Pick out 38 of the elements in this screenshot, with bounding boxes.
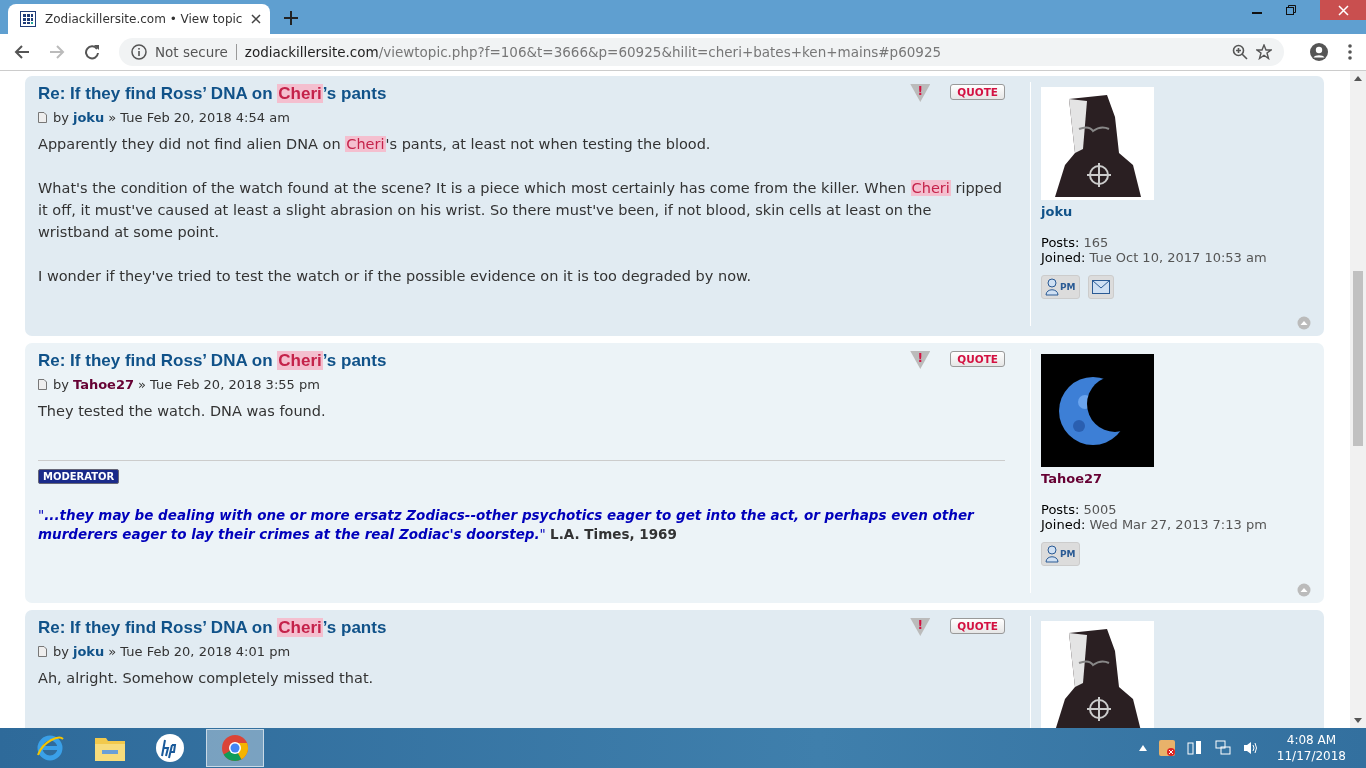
posts-label: Posts: [1041, 235, 1080, 250]
joined-date: Tue Oct 10, 2017 10:53 am [1089, 250, 1267, 265]
joined-label: Joined: [1041, 517, 1086, 532]
browser-tab[interactable]: Zodiackillersite.com • View topic [8, 4, 270, 34]
private-message-button[interactable]: PM [1041, 275, 1080, 299]
signature-text: "...they may be dealing with one or more ersatz Zodiacs--other psychotics eager to get into the act, or perhaps even other murderers eager to lay their crimes at the real Zodiac's doorstep." L.A. Times, 1969 [38, 506, 976, 544]
post-text: They tested the watch. DNA was found. [38, 402, 327, 421]
tab-title: Zodiackillersite.com • View topic [45, 12, 243, 26]
author-link[interactable]: Tahoe27 [72, 377, 134, 392]
quote-button[interactable]: QUOTE [950, 618, 1005, 634]
post-byline: by [53, 644, 69, 659]
post-date: » Tue Feb 20, 2018 3:55 pm [138, 377, 320, 392]
post-text: What's the condition of the watch found at the scene? It is a piece which most certainly has come from the killer. When Cheri ripped it off, it must've caused at least a slight abrasion on his wrist. So there must've been, if not blood, skin cells at least on the wristband at some point. [38, 179, 1003, 242]
private-message-button[interactable]: PM [1041, 542, 1080, 566]
post-count: 5005 [1083, 502, 1117, 517]
moderator-badge: MODERATOR [38, 469, 120, 484]
clock[interactable]: 4:08 AM 11/17/2018 [1276, 732, 1346, 764]
quote-button[interactable]: QUOTE [950, 351, 1005, 367]
post-count: 165 [1083, 235, 1109, 250]
post-title[interactable]: Re: If they find Ross’ DNA on Cheri’s pants [38, 84, 387, 104]
post-byline: by [53, 377, 69, 392]
joined-label: Joined: [1041, 250, 1086, 265]
author-link[interactable]: joku [72, 644, 105, 659]
address-bar[interactable]: Not secure zodiackillersite.com/viewtopic.php?f=106&t=3666&p=60925&hilit=cheri+bates+ken+mains#p60925 [119, 38, 1284, 66]
joined-date: Wed Mar 27, 2013 7:13 pm [1089, 517, 1267, 532]
author-link[interactable]: joku [72, 110, 105, 125]
profile-username[interactable]: joku [1041, 204, 1311, 219]
post-text: I wonder if they've tried to test the watch or if the possible evidence on it is too degraded by now. [38, 267, 753, 286]
posts-label: Posts: [1041, 502, 1080, 517]
post-byline: by [53, 110, 69, 125]
profile-username[interactable]: Tahoe27 [1041, 471, 1311, 486]
post-title[interactable]: Re: If they find Ross’ DNA on Cheri’s pants [38, 351, 387, 371]
post-text: Ah, alright. Somehow completely missed that. [38, 669, 375, 688]
post-text: Apparently they did not find alien DNA on Cheri's pants, at least not when testing the blood. [38, 135, 712, 154]
post-title[interactable]: Re: If they find Ross’ DNA on Cheri’s pants [38, 618, 387, 638]
post-date: » Tue Feb 20, 2018 4:54 am [108, 110, 290, 125]
quote-button[interactable]: QUOTE [950, 84, 1005, 100]
post-date: » Tue Feb 20, 2018 4:01 pm [108, 644, 291, 659]
